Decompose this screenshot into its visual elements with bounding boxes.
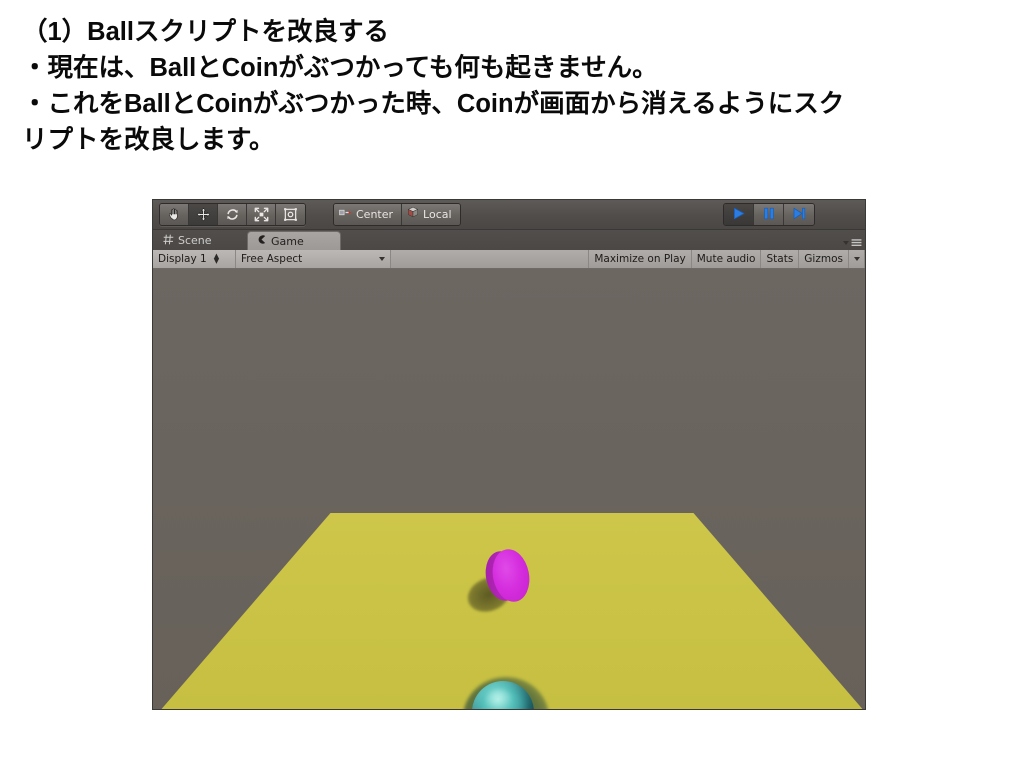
pause-icon xyxy=(763,205,775,224)
tab-game[interactable]: Game xyxy=(247,231,341,250)
slide-line-3: ・これをBallとCoinがぶつかった時、Coinが画面から消えるようにスク xyxy=(22,90,845,118)
scale-icon xyxy=(254,207,269,222)
gizmos-button[interactable]: Gizmos xyxy=(799,250,849,268)
floor-plane xyxy=(161,513,863,709)
rotation-mode-label: Local xyxy=(423,208,452,221)
rotate-tool-button[interactable] xyxy=(218,204,247,225)
rotation-mode-button[interactable]: Local xyxy=(402,204,460,225)
maximize-on-play-label: Maximize on Play xyxy=(594,253,686,265)
hand-tool-button[interactable] xyxy=(160,204,189,225)
step-button[interactable] xyxy=(784,204,814,225)
display-dropdown[interactable]: Display 1 ▲ ▼ xyxy=(153,250,236,268)
display-dropdown-label: Display 1 xyxy=(158,253,207,265)
tab-scene-label: Scene xyxy=(178,234,212,247)
local-cube-icon xyxy=(407,204,419,225)
slide-line-1: （1）Ballスクリプトを改良する xyxy=(22,18,389,46)
game-view-control-bar: Display 1 ▲ ▼ Free Aspect Maximize on Pla… xyxy=(153,250,865,269)
rect-transform-tool-button[interactable] xyxy=(276,204,305,225)
scene-grid-icon xyxy=(163,234,174,248)
slide-text-block: （1）Ballスクリプトを改良する ・現在は、BallとCoinがぶつかっても何… xyxy=(22,14,1012,158)
coin-object xyxy=(481,546,534,605)
maximize-on-play-toggle[interactable]: Maximize on Play xyxy=(589,250,692,268)
gizmos-label: Gizmos xyxy=(804,253,843,265)
move-tool-button[interactable] xyxy=(189,204,218,225)
unity-toolbar: Center Local xyxy=(153,200,865,230)
play-button[interactable] xyxy=(724,204,754,225)
play-controls-group xyxy=(723,203,815,226)
ball-specular-highlight xyxy=(486,689,512,709)
play-icon xyxy=(732,205,746,224)
pause-button[interactable] xyxy=(754,204,784,225)
pivot-mode-button[interactable]: Center xyxy=(334,204,403,225)
game-pacman-icon xyxy=(256,234,267,248)
chevron-down-icon xyxy=(853,257,860,261)
unity-editor-panel: Center Local Scene Game Display 1 ▲ ▼ Fr… xyxy=(152,199,866,710)
control-bar-spacer xyxy=(391,250,590,268)
pivot-center-icon xyxy=(339,204,352,225)
mute-audio-label: Mute audio xyxy=(696,253,756,265)
slide-line-2: ・現在は、BallとCoinがぶつかっても何も起きません。 xyxy=(22,54,658,82)
pivot-mode-label: Center xyxy=(356,208,394,221)
gizmos-dropdown-button[interactable] xyxy=(849,250,865,268)
game-view-render-area[interactable] xyxy=(153,269,865,709)
scale-tool-button[interactable] xyxy=(247,204,276,225)
move-arrows-icon xyxy=(196,207,211,222)
chevron-down-icon xyxy=(379,257,385,261)
tab-scene[interactable]: Scene xyxy=(155,231,245,250)
chevron-down-icon xyxy=(843,240,849,245)
slide-line-4: リプトを改良します。 xyxy=(22,126,275,154)
pivot-rotation-group: Center Local xyxy=(333,203,461,226)
stats-toggle[interactable]: Stats xyxy=(761,250,800,268)
updown-arrows-icon: ▲ ▼ xyxy=(213,252,220,265)
transform-tool-group xyxy=(159,203,306,226)
aspect-dropdown-label: Free Aspect xyxy=(241,253,303,265)
rect-transform-icon xyxy=(283,207,298,222)
mute-audio-toggle[interactable]: Mute audio xyxy=(691,250,762,268)
aspect-dropdown[interactable]: Free Aspect xyxy=(236,250,391,268)
rotate-icon xyxy=(225,207,240,222)
stats-label: Stats xyxy=(766,253,794,265)
panel-tab-row: Scene Game xyxy=(153,230,865,250)
step-forward-icon xyxy=(792,205,806,224)
tab-game-label: Game xyxy=(271,234,304,248)
hand-icon xyxy=(167,207,182,222)
